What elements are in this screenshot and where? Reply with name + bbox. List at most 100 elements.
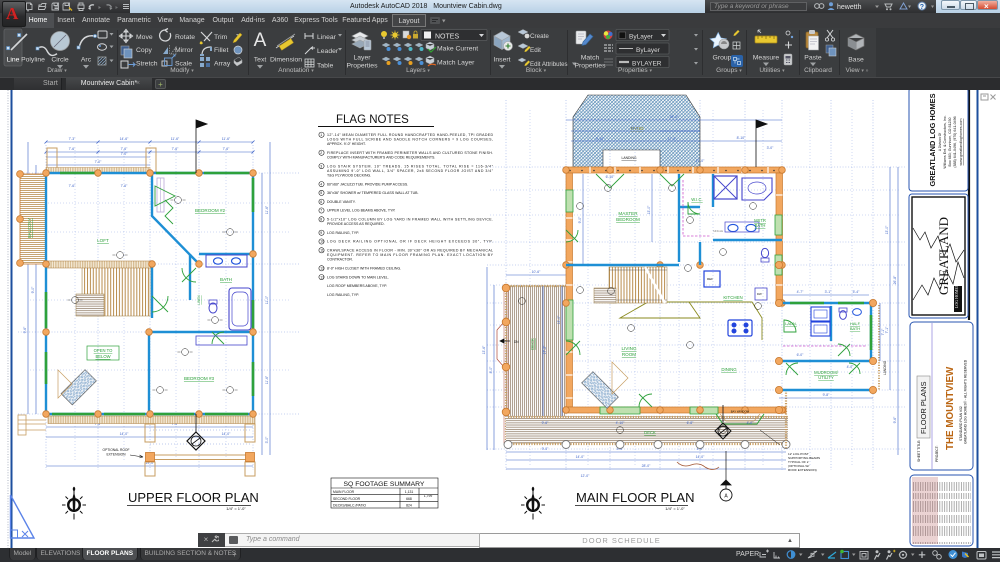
svg-text:1/4" = 1'-0": 1/4" = 1'-0" xyxy=(226,506,246,511)
svg-text:T&G PLYWOOD DECKING.: T&G PLYWOOD DECKING. xyxy=(327,174,371,178)
svg-text:9'-0": 9'-0" xyxy=(578,216,582,224)
svg-text:FIREPLACE INSERT WITH FRAMED P: FIREPLACE INSERT WITH FRAMED PERIMETER W… xyxy=(327,151,493,155)
svg-text:1,799: 1,799 xyxy=(424,494,433,498)
svg-text:6'-0": 6'-0" xyxy=(797,353,805,357)
svg-text:10: 10 xyxy=(320,240,324,244)
svg-text:BATH: BATH xyxy=(755,223,766,228)
svg-text:DECKS/BALC./PATIO: DECKS/BALC./PATIO xyxy=(333,504,366,508)
svg-text:7'-1": 7'-1" xyxy=(885,326,889,334)
svg-text:Circle: Circle xyxy=(51,57,69,64)
svg-text:11'-6": 11'-6" xyxy=(265,375,269,384)
svg-text:9'-0": 9'-0" xyxy=(542,447,550,451)
svg-text:A: A xyxy=(254,30,267,51)
svg-text:MAIN FLOOR PLAN: MAIN FLOOR PLAN xyxy=(576,490,694,505)
svg-text:Linear: Linear xyxy=(317,34,337,41)
svg-text:EQUIPMENT. REFER TO MAIN FLOOR: EQUIPMENT. REFER TO MAIN FLOOR FRAMING P… xyxy=(327,253,494,257)
svg-text:14'-6": 14'-6" xyxy=(120,137,129,141)
svg-text:BATH: BATH xyxy=(850,326,860,331)
svg-text:4'-7": 4'-7" xyxy=(797,290,805,294)
svg-text:UPPER FLOOR PLAN: UPPER FLOOR PLAN xyxy=(128,490,259,505)
svg-text:1: 1 xyxy=(320,133,322,137)
svg-text:7'-0": 7'-0" xyxy=(121,152,129,156)
svg-text:LOG DECK RAILING OPTIONAL OR I: LOG DECK RAILING OPTIONAL OR IF DECK HEI… xyxy=(327,240,493,244)
svg-text:REF: REF xyxy=(707,277,713,281)
svg-text:11'-6": 11'-6" xyxy=(222,137,231,141)
svg-text:DECK: DECK xyxy=(530,338,535,350)
svg-text:Properties: Properties xyxy=(347,63,379,70)
svg-text:ByLayer: ByLayer xyxy=(636,47,661,54)
svg-text:LOGS WITH FULL SCRIBE AND SADD: LOGS WITH FULL SCRIBE AND SADDLE NOTCH C… xyxy=(327,138,493,142)
svg-text:6: 6 xyxy=(320,200,322,204)
svg-text:Edit: Edit xyxy=(530,47,541,54)
svg-text:12: 12 xyxy=(320,267,324,271)
svg-text:824: 824 xyxy=(406,504,412,508)
svg-text:MASTER: MASTER xyxy=(618,211,638,216)
svg-text:11'-0": 11'-0" xyxy=(265,295,269,304)
svg-text:7'-6": 7'-6" xyxy=(121,147,129,151)
svg-text:9'-8": 9'-8" xyxy=(823,393,831,397)
svg-text:1,131: 1,131 xyxy=(405,490,414,494)
svg-text:Insert: Insert xyxy=(494,57,511,64)
svg-text:GREATLAND: GREATLAND xyxy=(936,217,951,295)
svg-text:7'-6": 7'-6" xyxy=(172,147,180,151)
svg-text:LOG STAIR SYSTEM. 10" TREADS.: LOG STAIR SYSTEM. 10" TREADS. 15 RISES T… xyxy=(327,164,494,168)
svg-text:8'-10": 8'-10" xyxy=(737,136,746,140)
svg-text:14'-0": 14'-0" xyxy=(696,455,705,459)
svg-text:LAUN.: LAUN. xyxy=(785,321,797,326)
svg-text:FLOOR PLANS: FLOOR PLANS xyxy=(919,381,928,434)
svg-text:OPTIONAL ROOF: OPTIONAL ROOF xyxy=(103,448,130,452)
svg-text:KITCHEN: KITCHEN xyxy=(723,295,742,300)
svg-text:DW: DW xyxy=(757,292,762,296)
svg-text:UTILITY: UTILITY xyxy=(818,375,834,380)
svg-text:9'-10": 9'-10" xyxy=(596,137,605,141)
svg-text:?: ? xyxy=(920,4,924,11)
svg-text:Copy: Copy xyxy=(136,47,152,54)
svg-text:13'-6": 13'-6" xyxy=(482,345,486,354)
svg-text:5: 5 xyxy=(320,191,322,195)
svg-text:www.greatlandloghomes.com: www.greatlandloghomes.com xyxy=(959,119,963,166)
svg-text:7'-1": 7'-1" xyxy=(881,328,885,336)
svg-text:Base: Base xyxy=(848,57,864,64)
svg-text:5'-4": 5'-4" xyxy=(853,290,861,294)
svg-text:ByLayer: ByLayer xyxy=(629,34,654,41)
svg-text:Polyline: Polyline xyxy=(21,57,45,64)
svg-text:W.I.C.: W.I.C. xyxy=(691,197,702,202)
svg-text:SINGLE: SINGLE xyxy=(713,229,723,233)
svg-text:GREATLAND LOG HOMES: GREATLAND LOG HOMES xyxy=(928,93,937,186)
svg-text:CONTRACTOR.: CONTRACTOR. xyxy=(327,258,353,262)
svg-text:STANDARD PLAN #32: STANDARD PLAN #32 xyxy=(959,406,963,441)
svg-text:12"-14" MEAN DIAMETER FULL ROU: 12"-14" MEAN DIAMETER FULL ROUND HANDCRA… xyxy=(327,133,493,137)
svg-text:LANDING: LANDING xyxy=(621,156,636,160)
svg-text:11'-6": 11'-6" xyxy=(171,137,180,141)
svg-text:13: 13 xyxy=(320,275,324,279)
svg-text:8: 8 xyxy=(320,218,322,222)
svg-text:DN: DN xyxy=(514,340,519,344)
svg-text:LOG STAIRS DOWN TO MAIN LEVEL.: LOG STAIRS DOWN TO MAIN LEVEL. xyxy=(327,275,389,279)
svg-text:Properties: Properties xyxy=(575,63,607,70)
svg-text:3'-0": 3'-0" xyxy=(767,146,775,150)
svg-text:Arc: Arc xyxy=(81,57,92,64)
svg-text:7'-0": 7'-0" xyxy=(95,160,103,164)
svg-text:17'-0": 17'-0" xyxy=(696,159,705,163)
svg-text:Trim: Trim xyxy=(214,34,228,41)
svg-text:BALCONY: BALCONY xyxy=(27,218,32,238)
svg-text:Match Layer: Match Layer xyxy=(437,60,475,67)
svg-text:BELOW: BELOW xyxy=(95,354,110,359)
svg-text:9: 9 xyxy=(320,231,322,235)
svg-text:7'-3": 7'-3" xyxy=(69,137,77,141)
svg-text:9'-6": 9'-6" xyxy=(893,416,897,424)
svg-text:3'-1": 3'-1" xyxy=(825,290,833,294)
svg-text:Array: Array xyxy=(214,61,231,68)
svg-text:Box 683; Gunnison, CO 81230: Box 683; Gunnison, CO 81230 xyxy=(948,118,952,167)
svg-text:(888) 641-0496, (970) 641-0496: (888) 641-0496, (970) 641-0496 xyxy=(953,116,957,167)
svg-text:13'-0": 13'-0" xyxy=(885,225,889,234)
svg-text:Fillet: Fillet xyxy=(214,47,228,54)
svg-text:DINING: DINING xyxy=(721,367,737,372)
svg-text:LOG HOMES: LOG HOMES xyxy=(954,285,959,308)
svg-text:9'-6": 9'-6" xyxy=(23,326,27,334)
svg-text:PROVIDE ACCESS AS REQUIRED.: PROVIDE ACCESS AS REQUIRED. xyxy=(327,222,385,226)
svg-text:17'-0": 17'-0" xyxy=(668,137,677,141)
svg-text:12'-0": 12'-0" xyxy=(581,474,590,478)
svg-text:10'-6": 10'-6" xyxy=(532,270,541,274)
svg-text:THE MOUNTVIEW: THE MOUNTVIEW xyxy=(945,366,956,450)
